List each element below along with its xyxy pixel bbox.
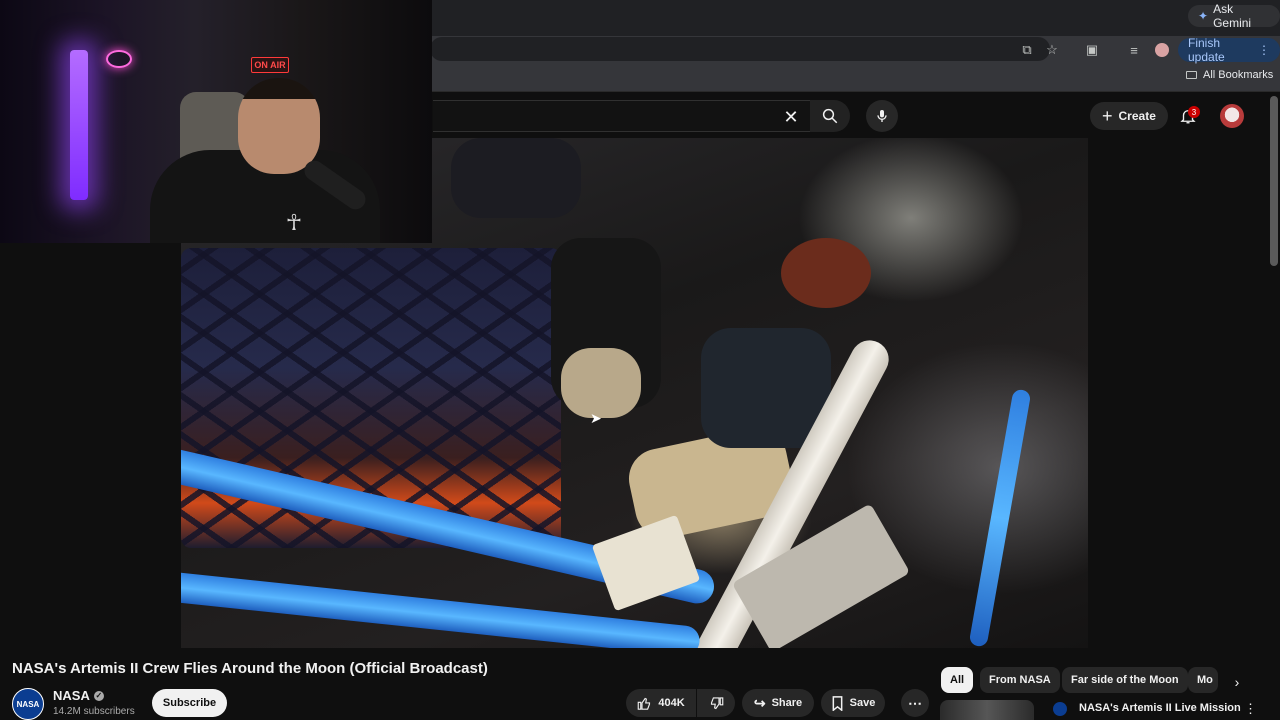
finish-update-label: Finish update: [1188, 36, 1225, 64]
crew-member: [781, 238, 871, 308]
subscriber-count: 14.2M subscribers: [53, 706, 135, 717]
search-button[interactable]: [810, 100, 850, 132]
share-label: Share: [771, 697, 803, 709]
ask-gemini-button[interactable]: ✦ Ask Gemini: [1188, 2, 1280, 30]
search-input[interactable]: [433, 100, 810, 132]
channel-name-link[interactable]: NASA ✓: [53, 688, 104, 703]
like-button[interactable]: 404K: [626, 689, 696, 717]
microphone-icon: [877, 110, 887, 122]
streamer-webcam: ON AIR ☥: [0, 0, 432, 243]
chip-from-nasa[interactable]: From NASA: [980, 667, 1060, 693]
page-scrollbar[interactable]: [1270, 96, 1278, 266]
subscribe-button[interactable]: Subscribe: [152, 689, 227, 717]
on-air-sign: ON AIR: [251, 57, 289, 73]
all-bookmarks-label: All Bookmarks: [1203, 69, 1274, 81]
channel-name: NASA: [53, 688, 90, 703]
video-title: NASA's Artemis II Crew Flies Around the …: [12, 660, 488, 677]
mouse-cursor-icon: ➤: [590, 410, 602, 426]
bookmark-icon: [832, 695, 843, 711]
voice-search-button[interactable]: [866, 100, 898, 132]
save-button[interactable]: Save: [821, 689, 885, 717]
profile-icon[interactable]: [1152, 40, 1172, 60]
thumbs-down-icon: [710, 696, 723, 709]
save-label: Save: [849, 697, 876, 709]
blue-cable: [968, 388, 1032, 648]
neon-light-bar: [70, 50, 88, 200]
pharaoh-shirt-icon: ☥: [285, 210, 303, 235]
verified-check-icon: ✓: [93, 690, 104, 701]
folder-icon: [1186, 71, 1197, 79]
user-avatar[interactable]: [1220, 104, 1244, 128]
equipment-panel: [731, 503, 911, 648]
finish-update-button[interactable]: Finish update ⋮: [1178, 36, 1280, 64]
install-app-icon[interactable]: ⧉: [1017, 40, 1037, 60]
neon-ufo-sign: [106, 50, 132, 68]
recommendation-channel-avatar[interactable]: [1053, 702, 1067, 716]
chip-truncated[interactable]: Mo: [1188, 667, 1218, 693]
more-horizontal-icon: ⋯: [908, 694, 922, 711]
address-bar[interactable]: [430, 37, 1050, 61]
reading-list-icon[interactable]: ≡: [1124, 40, 1144, 60]
channel-avatar[interactable]: NASA: [12, 688, 44, 720]
clear-search-icon[interactable]: ✕: [780, 106, 802, 128]
recommendation-thumbnail[interactable]: [940, 700, 1034, 720]
more-actions-button[interactable]: ⋯: [901, 689, 929, 717]
create-button[interactable]: + Create: [1090, 102, 1168, 130]
chevron-right-icon[interactable]: ›: [1228, 673, 1246, 691]
all-bookmarks-button[interactable]: All Bookmarks: [1186, 69, 1273, 81]
share-button[interactable]: ↪ Share: [742, 689, 814, 717]
kebab-menu-icon: ⋮: [1258, 43, 1270, 57]
tab-search-icon[interactable]: ▣: [1082, 40, 1102, 60]
plus-icon: +: [1102, 105, 1113, 126]
ask-gemini-label: Ask Gemini: [1213, 2, 1252, 30]
create-label: Create: [1118, 109, 1156, 123]
search-icon: [822, 108, 838, 124]
kebab-menu-icon[interactable]: ⋮: [1244, 701, 1257, 717]
crew-member: [451, 138, 581, 218]
crew-member: [561, 348, 641, 418]
like-count: 404K: [658, 697, 685, 709]
recommendation-title[interactable]: NASA's Artemis II Live Mission: [1079, 702, 1241, 714]
bookmark-star-icon[interactable]: ☆: [1042, 40, 1062, 60]
share-arrow-icon: ↪: [753, 694, 766, 711]
dislike-button[interactable]: [697, 689, 735, 717]
streamer-head: [238, 78, 320, 174]
thumbs-up-icon: [638, 697, 651, 710]
chip-far-side-of-the-moon[interactable]: Far side of the Moon: [1062, 667, 1188, 693]
notification-count-badge: 3: [1188, 106, 1200, 118]
chip-all[interactable]: All: [941, 667, 974, 693]
gemini-sparkle-icon: ✦: [1198, 9, 1209, 23]
